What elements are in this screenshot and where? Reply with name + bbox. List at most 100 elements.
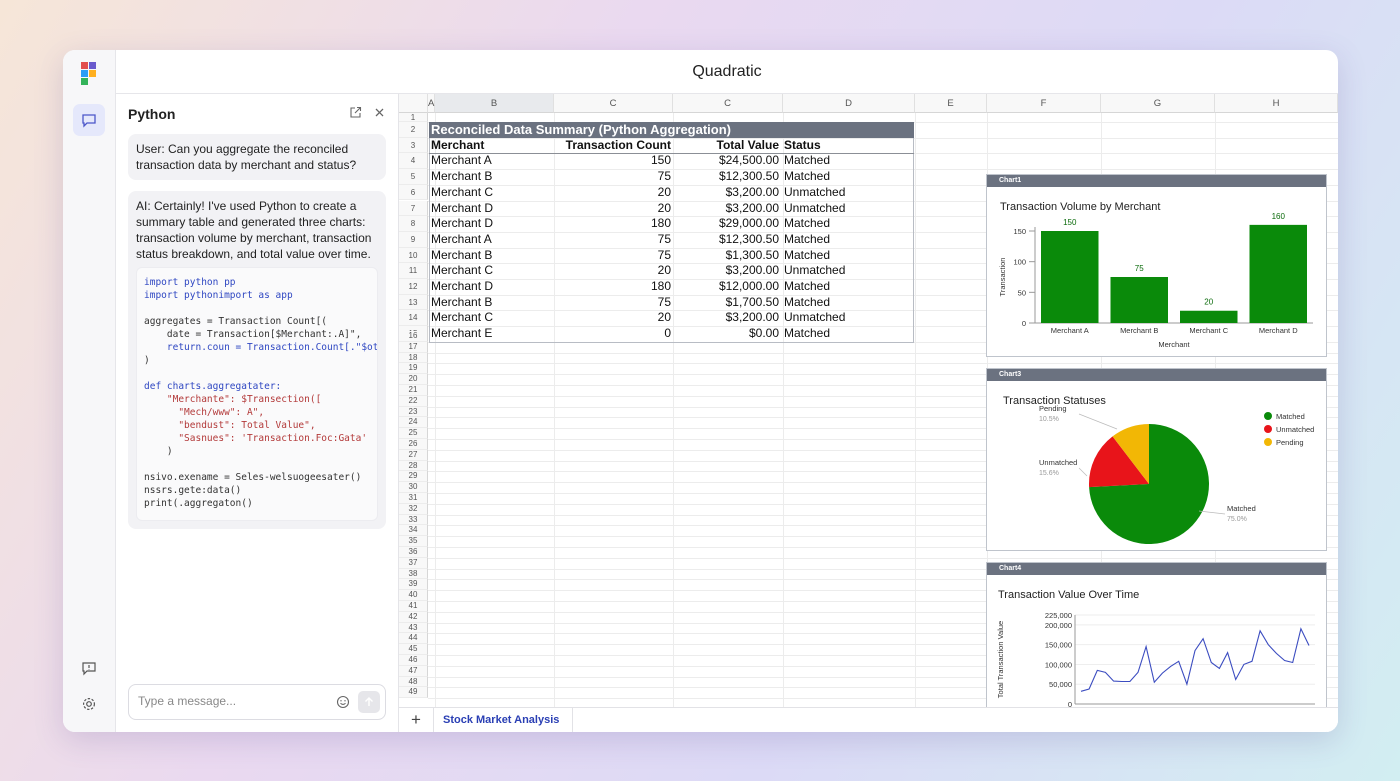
row-header[interactable]: 45	[399, 644, 428, 655]
table-header-cell[interactable]: Merchant	[431, 138, 554, 154]
row-header[interactable]: 42	[399, 611, 428, 623]
table-cell[interactable]: 20	[554, 201, 671, 217]
chart-transaction-volume[interactable]: Chart1 Transaction Volume by Merchant 0 50…	[986, 174, 1327, 357]
table-cell[interactable]: $3,200.00	[673, 263, 779, 279]
row-header[interactable]: 23	[399, 406, 428, 418]
table-cell[interactable]: 0	[554, 326, 671, 342]
table-cell[interactable]: 180	[554, 216, 671, 232]
table-header-cell[interactable]: Total Value	[673, 138, 779, 154]
table-cell[interactable]: 20	[554, 185, 671, 201]
row-header[interactable]: 2	[399, 122, 428, 138]
table-cell[interactable]: Matched	[784, 216, 904, 232]
column-header[interactable]: F	[987, 94, 1101, 113]
row-header[interactable]: 34	[399, 525, 428, 537]
row-header[interactable]: 26	[399, 439, 428, 450]
row-header[interactable]: 36	[399, 547, 428, 558]
row-header[interactable]: 27	[399, 449, 428, 461]
row-header[interactable]: 1	[399, 113, 428, 122]
row-header[interactable]: 14	[399, 310, 428, 327]
table-header-cell[interactable]: Transaction Count	[554, 138, 671, 154]
column-header[interactable]: D	[783, 94, 915, 113]
table-cell[interactable]: 75	[554, 295, 671, 311]
row-header[interactable]: 4	[399, 153, 428, 170]
table-cell[interactable]: Matched	[784, 326, 904, 342]
row-header[interactable]: 17	[399, 341, 428, 353]
table-title[interactable]: Reconciled Data Summary (Python Aggregat…	[429, 122, 914, 138]
table-cell[interactable]: $1,700.50	[673, 295, 779, 311]
table-cell[interactable]: 20	[554, 263, 671, 279]
close-icon[interactable]	[373, 106, 387, 120]
row-header[interactable]: 10	[399, 247, 428, 264]
table-cell[interactable]: $12,000.00	[673, 279, 779, 295]
table-cell[interactable]: Merchant C	[431, 185, 554, 201]
row-header[interactable]: 21	[399, 385, 428, 396]
table-cell[interactable]: $1,300.50	[673, 248, 779, 264]
row-header[interactable]: 16	[399, 331, 428, 342]
add-sheet-button[interactable]: +	[407, 711, 425, 729]
row-header[interactable]: 47	[399, 665, 428, 677]
settings-icon[interactable]	[73, 688, 105, 720]
row-header[interactable]: 5	[399, 169, 428, 185]
column-header[interactable]: G	[1101, 94, 1215, 113]
table-cell[interactable]: Merchant A	[431, 232, 554, 248]
row-header[interactable]: 19	[399, 363, 428, 375]
table-cell[interactable]: 75	[554, 169, 671, 185]
column-header[interactable]: A	[428, 94, 435, 113]
table-cell[interactable]: 75	[554, 232, 671, 248]
send-button[interactable]	[358, 691, 380, 713]
table-cell[interactable]: Merchant D	[431, 216, 554, 232]
row-header[interactable]: 33	[399, 514, 428, 526]
table-cell[interactable]: Unmatched	[784, 310, 904, 326]
row-header[interactable]: 41	[399, 601, 428, 612]
table-cell[interactable]: Matched	[784, 295, 904, 311]
table-cell[interactable]: Merchant D	[431, 279, 554, 295]
row-header[interactable]: 30	[399, 482, 428, 493]
row-header[interactable]: 39	[399, 579, 428, 591]
table-cell[interactable]: Merchant B	[431, 248, 554, 264]
chat-icon[interactable]	[73, 104, 105, 136]
table-cell[interactable]: Unmatched	[784, 263, 904, 279]
row-header[interactable]: 3	[399, 137, 428, 154]
row-header[interactable]: 28	[399, 460, 428, 472]
row-header[interactable]: 12	[399, 279, 428, 295]
row-header[interactable]: 49	[399, 687, 428, 699]
table-cell[interactable]: Matched	[784, 279, 904, 295]
row-header[interactable]: 20	[399, 374, 428, 385]
table-cell[interactable]: Merchant E	[431, 326, 554, 342]
row-header[interactable]: 31	[399, 493, 428, 504]
row-header[interactable]: 11	[399, 263, 428, 279]
table-cell[interactable]: Matched	[784, 248, 904, 264]
table-cell[interactable]: 150	[554, 153, 671, 169]
row-header[interactable]: 9	[399, 231, 428, 248]
feedback-icon[interactable]	[73, 652, 105, 684]
select-all-corner[interactable]	[399, 94, 428, 113]
row-header[interactable]: 8	[399, 216, 428, 232]
row-header[interactable]: 35	[399, 536, 428, 547]
table-cell[interactable]: Unmatched	[784, 201, 904, 217]
row-header[interactable]: 44	[399, 633, 428, 645]
table-cell[interactable]: 180	[554, 279, 671, 295]
column-header[interactable]: C	[554, 94, 673, 113]
table-cell[interactable]: $12,300.50	[673, 169, 779, 185]
table-cell[interactable]: Merchant C	[431, 310, 554, 326]
table-cell[interactable]: 20	[554, 310, 671, 326]
table-cell[interactable]: Matched	[784, 232, 904, 248]
chart-transaction-statuses[interactable]: Chart3 Transaction Statuses Matched 75.0% U…	[986, 368, 1327, 551]
row-header[interactable]: 24	[399, 417, 428, 429]
row-header[interactable]: 40	[399, 590, 428, 601]
row-header[interactable]: 32	[399, 503, 428, 515]
row-header[interactable]: 37	[399, 557, 428, 569]
message-input[interactable]	[138, 694, 328, 708]
table-cell[interactable]: Merchant B	[431, 169, 554, 185]
table-cell[interactable]: $3,200.00	[673, 201, 779, 217]
column-header[interactable]: E	[915, 94, 987, 113]
row-header[interactable]: 46	[399, 655, 428, 666]
row-header[interactable]: 13	[399, 294, 428, 311]
table-cell[interactable]: $12,300.50	[673, 232, 779, 248]
table-cell[interactable]: Merchant D	[431, 201, 554, 217]
table-header-cell[interactable]: Status	[784, 138, 904, 154]
open-external-icon[interactable]	[349, 106, 363, 120]
row-header[interactable]: 48	[399, 676, 428, 688]
sheet-tab-active[interactable]: Stock Market Analysis ▼	[433, 708, 573, 732]
column-header[interactable]: C	[673, 94, 783, 113]
